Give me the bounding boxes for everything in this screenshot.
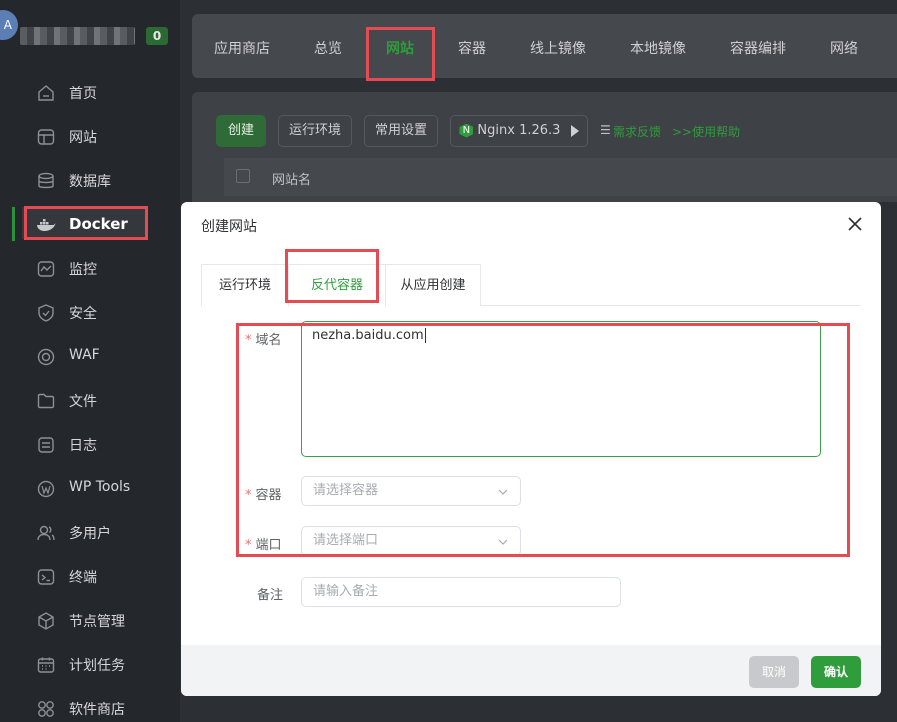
help-link[interactable]: >>使用帮助 bbox=[672, 123, 740, 140]
sidebar-item-label: 日志 bbox=[69, 438, 97, 454]
tab-runtime[interactable]: 运行环境 bbox=[201, 264, 289, 306]
sidebar-item-label: 软件商店 bbox=[69, 702, 125, 718]
tab-network[interactable]: 网络 bbox=[830, 38, 858, 58]
select-all-checkbox[interactable] bbox=[236, 169, 250, 183]
highlight-box-form bbox=[236, 323, 850, 557]
sidebar-item-security[interactable]: 安全 bbox=[0, 295, 180, 329]
calendar-icon bbox=[37, 657, 55, 673]
table-header: 网站名 bbox=[224, 158, 897, 196]
avatar[interactable]: A bbox=[0, 10, 18, 40]
tab-local-images[interactable]: 本地镜像 bbox=[630, 38, 686, 58]
close-icon[interactable] bbox=[845, 214, 865, 234]
database-icon bbox=[38, 172, 54, 189]
feedback-link[interactable]: 需求反馈 bbox=[613, 123, 661, 140]
nginx-icon: N bbox=[459, 123, 474, 138]
sidebar-header: A 0 bbox=[0, 0, 180, 70]
tab-from-app[interactable]: 从应用创建 bbox=[385, 264, 481, 306]
sidebar-item-label: 文件 bbox=[69, 394, 97, 410]
create-button[interactable]: 创建 bbox=[216, 115, 266, 147]
shield-icon bbox=[38, 304, 54, 322]
remark-input[interactable]: 请输入备注 bbox=[301, 577, 621, 607]
tab-overview[interactable]: 总览 bbox=[314, 38, 342, 58]
folder-icon bbox=[37, 393, 55, 409]
tab-containers[interactable]: 容器 bbox=[458, 38, 486, 58]
website-icon bbox=[37, 129, 55, 145]
column-header-site-name: 网站名 bbox=[272, 173, 312, 188]
sidebar: A 0 首页 网站 数据库 Docker 监控 安全 WAF 文件 日志 WP … bbox=[0, 0, 180, 722]
highlight-box-website-tab bbox=[366, 27, 435, 81]
sidebar-item-label: 数据库 bbox=[69, 174, 111, 190]
sidebar-item-label: WAF bbox=[69, 347, 100, 363]
play-icon bbox=[570, 124, 579, 137]
sidebar-item-logs[interactable]: 日志 bbox=[0, 427, 180, 461]
nginx-version: Nginx 1.26.3 bbox=[477, 123, 561, 138]
highlight-box-proxy-tab bbox=[285, 249, 379, 303]
monitor-icon bbox=[37, 261, 55, 277]
dialog-footer: 取消 确认 bbox=[181, 645, 881, 696]
sidebar-item-label: 计划任务 bbox=[69, 658, 125, 674]
sidebar-item-files[interactable]: 文件 bbox=[0, 383, 180, 417]
dialog-title: 创建网站 bbox=[201, 219, 257, 235]
log-icon bbox=[38, 437, 54, 453]
blurred-username bbox=[20, 27, 135, 45]
sidebar-item-label: 网站 bbox=[69, 130, 97, 146]
create-website-dialog: 创建网站 运行环境 反代容器 从应用创建 * 域名 nezha.baidu.com… bbox=[181, 202, 881, 696]
sidebar-item-label: 节点管理 bbox=[69, 614, 125, 630]
confirm-button[interactable]: 确认 bbox=[811, 656, 861, 688]
sidebar-item-store[interactable]: 软件商店 bbox=[0, 691, 180, 722]
runtime-button[interactable]: 运行环境 bbox=[278, 115, 352, 147]
tab-compose[interactable]: 容器编排 bbox=[730, 38, 786, 58]
sidebar-item-label: 终端 bbox=[69, 570, 97, 586]
sidebar-item-waf[interactable]: WAF bbox=[0, 339, 180, 373]
tab-online-images[interactable]: 线上镜像 bbox=[530, 38, 586, 58]
sidebar-item-label: 多用户 bbox=[69, 526, 111, 542]
sidebar-item-label: 安全 bbox=[69, 306, 97, 322]
remark-label: 备注 bbox=[257, 588, 284, 603]
active-indicator bbox=[12, 207, 15, 241]
sidebar-item-home[interactable]: 首页 bbox=[0, 75, 180, 109]
sidebar-item-label: WP Tools bbox=[69, 479, 131, 495]
sidebar-item-monitor[interactable]: 监控 bbox=[0, 251, 180, 285]
sidebar-item-nodes[interactable]: 节点管理 bbox=[0, 603, 180, 637]
cancel-button[interactable]: 取消 bbox=[749, 656, 799, 688]
terminal-icon bbox=[37, 569, 55, 585]
sidebar-item-website[interactable]: 网站 bbox=[0, 119, 180, 153]
sidebar-item-database[interactable]: 数据库 bbox=[0, 163, 180, 197]
sidebar-item-users[interactable]: 多用户 bbox=[0, 515, 180, 549]
sidebar-item-wp-tools[interactable]: WP Tools bbox=[0, 471, 180, 505]
nginx-status-button[interactable]: N Nginx 1.26.3 bbox=[450, 115, 588, 147]
toolbar-panel: 创建 运行环境 常用设置 N Nginx 1.26.3 ☰ 需求反馈 >>使用帮助… bbox=[192, 92, 897, 202]
node-icon bbox=[38, 612, 54, 630]
highlight-box-docker bbox=[24, 206, 148, 240]
status-badge: 0 bbox=[146, 27, 168, 45]
sidebar-item-cron[interactable]: 计划任务 bbox=[0, 647, 180, 681]
home-icon bbox=[38, 85, 54, 101]
sidebar-item-label: 监控 bbox=[69, 262, 97, 278]
store-icon bbox=[38, 701, 54, 717]
top-tab-bar: 应用商店 总览 网站 容器 线上镜像 本地镜像 容器编排 网络 bbox=[192, 14, 897, 78]
waf-icon bbox=[37, 348, 55, 366]
tab-app-store[interactable]: 应用商店 bbox=[214, 38, 270, 58]
remark-placeholder: 请输入备注 bbox=[313, 584, 379, 599]
settings-button[interactable]: 常用设置 bbox=[364, 115, 438, 147]
sidebar-item-terminal[interactable]: 终端 bbox=[0, 559, 180, 593]
feedback-icon: ☰ bbox=[600, 123, 611, 137]
users-icon bbox=[37, 525, 55, 541]
wordpress-icon bbox=[37, 480, 55, 498]
sidebar-item-label: 首页 bbox=[69, 86, 97, 102]
